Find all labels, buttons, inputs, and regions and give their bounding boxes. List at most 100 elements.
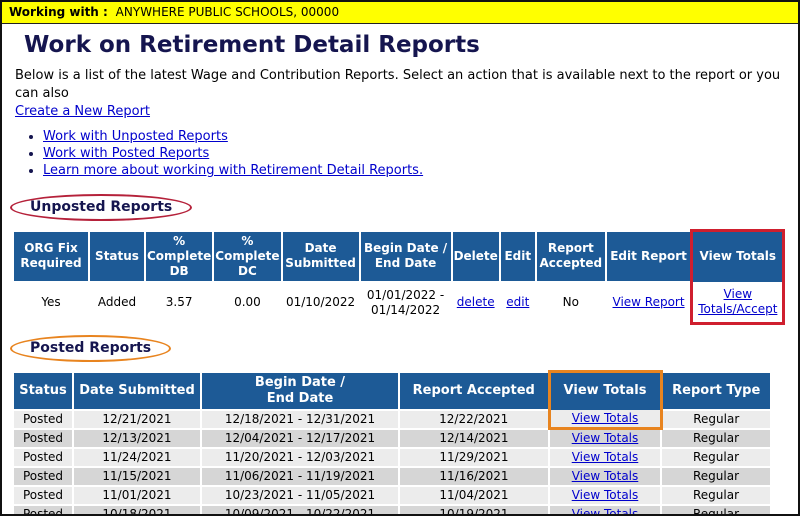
create-new-report-link[interactable]: Create a New Report: [15, 104, 150, 119]
col-header-view-totals: View Totals: [549, 372, 661, 410]
cell-status: Posted: [13, 505, 73, 516]
cell-view-totals: View Totals: [549, 486, 661, 505]
table-row: Posted 11/15/2021 11/06/2021 - 11/19/202…: [13, 467, 771, 486]
cell-begin-end-date: 11/06/2021 - 11/19/2021: [201, 467, 399, 486]
cell-begin-end-date: 01/01/2022 - 01/14/2022: [360, 282, 452, 324]
nav-link-list: Work with Unposted Reports Work with Pos…: [28, 129, 798, 178]
cell-report-accepted: 11/29/2021: [399, 448, 549, 467]
cell-report-type: Regular: [661, 505, 771, 516]
col-header-begin-end-date: Begin Date / End Date: [201, 372, 399, 410]
cell-report-type: Regular: [661, 486, 771, 505]
view-totals-link[interactable]: View Totals: [572, 469, 639, 483]
table-row: Posted 12/21/2021 12/18/2021 - 12/31/202…: [13, 410, 771, 429]
cell-status: Added: [89, 282, 145, 324]
intro-paragraph: Below is a list of the latest Wage and C…: [15, 67, 784, 121]
view-report-link[interactable]: View Report: [613, 295, 685, 309]
cell-report-accepted: 10/19/2021: [399, 505, 549, 516]
organization-name: ANYWHERE PUBLIC SCHOOLS, 00000: [116, 5, 339, 19]
col-header-begin-end-date: Begin Date / End Date: [360, 231, 452, 282]
col-header-view-totals: View Totals: [692, 231, 784, 282]
list-item: Learn more about working with Retirement…: [43, 163, 798, 178]
col-header-pct-complete-dc: % Complete DC: [213, 231, 281, 282]
cell-begin-end-date: 12/18/2021 - 12/31/2021: [201, 410, 399, 429]
cell-date-submitted: 11/01/2021: [73, 486, 201, 505]
cell-status: Posted: [13, 448, 73, 467]
cell-begin-end-date: 11/20/2021 - 12/03/2021: [201, 448, 399, 467]
cell-report-accepted: 12/22/2021: [399, 410, 549, 429]
cell-date-submitted: 11/24/2021: [73, 448, 201, 467]
working-with-label: Working with :: [9, 5, 108, 19]
cell-report-accepted: 12/14/2021: [399, 429, 549, 449]
posted-reports-table: Status Date Submitted Begin Date / End D…: [12, 370, 772, 516]
list-item: Work with Posted Reports: [43, 146, 798, 161]
cell-date-submitted: 10/18/2021: [73, 505, 201, 516]
col-header-status: Status: [13, 372, 73, 410]
table-row: Yes Added 3.57 0.00 01/10/2022 01/01/202…: [13, 282, 784, 324]
nav-link-posted-reports[interactable]: Work with Posted Reports: [43, 146, 209, 161]
view-totals-link[interactable]: View Totals: [572, 488, 639, 502]
view-totals-link[interactable]: View Totals: [572, 431, 639, 445]
cell-view-totals: View Totals: [549, 410, 661, 429]
cell-pct-complete-dc: 0.00: [213, 282, 281, 324]
view-totals-link[interactable]: View Totals: [572, 411, 639, 425]
unposted-reports-section: Unposted Reports: [10, 194, 798, 221]
posted-reports-heading: Posted Reports: [10, 335, 171, 362]
cell-view-totals: View Totals: [549, 448, 661, 467]
col-header-report-type: Report Type: [661, 372, 771, 410]
table-row: Posted 11/24/2021 11/20/2021 - 12/03/202…: [13, 448, 771, 467]
col-header-status: Status: [89, 231, 145, 282]
cell-report-accepted: 11/04/2021: [399, 486, 549, 505]
page: Working with : ANYWHERE PUBLIC SCHOOLS, …: [0, 0, 800, 516]
unposted-reports-table: ORG Fix Required Status % Complete DB % …: [12, 229, 785, 325]
working-with-bar: Working with : ANYWHERE PUBLIC SCHOOLS, …: [2, 2, 798, 24]
cell-view-totals: View Totals/Accept: [692, 282, 784, 324]
col-header-org-fix-required: ORG Fix Required: [13, 231, 89, 282]
view-totals-link[interactable]: View Totals: [572, 507, 639, 516]
cell-edit: edit: [500, 282, 536, 324]
table-row: Posted 12/13/2021 12/04/2021 - 12/17/202…: [13, 429, 771, 449]
cell-report-type: Regular: [661, 448, 771, 467]
unposted-reports-heading: Unposted Reports: [10, 194, 192, 221]
cell-view-totals: View Totals: [549, 505, 661, 516]
cell-status: Posted: [13, 429, 73, 449]
nav-link-learn-more[interactable]: Learn more about working with Retirement…: [43, 163, 423, 178]
view-totals-link[interactable]: View Totals: [572, 450, 639, 464]
col-header-pct-complete-db: % Complete DB: [145, 231, 213, 282]
cell-report-type: Regular: [661, 429, 771, 449]
cell-date-submitted: 12/13/2021: [73, 429, 201, 449]
view-totals-accept-link[interactable]: View Totals/Accept: [698, 287, 777, 316]
page-title: Work on Retirement Detail Reports: [24, 32, 798, 59]
cell-view-totals: View Totals: [549, 429, 661, 449]
cell-report-type: Regular: [661, 410, 771, 429]
cell-pct-complete-db: 3.57: [145, 282, 213, 324]
col-header-report-accepted: Report Accepted: [536, 231, 606, 282]
cell-status: Posted: [13, 467, 73, 486]
cell-delete: delete: [452, 282, 500, 324]
cell-date-submitted: 11/15/2021: [73, 467, 201, 486]
nav-link-unposted-reports[interactable]: Work with Unposted Reports: [43, 129, 228, 144]
edit-link[interactable]: edit: [506, 295, 529, 309]
cell-org-fix-required: Yes: [13, 282, 89, 324]
table-row: Posted 11/01/2021 10/23/2021 - 11/05/202…: [13, 486, 771, 505]
cell-report-type: Regular: [661, 467, 771, 486]
posted-reports-section: Posted Reports: [10, 335, 798, 362]
col-header-date-submitted: Date Submitted: [73, 372, 201, 410]
cell-view-totals: View Totals: [549, 467, 661, 486]
cell-begin-end-date: 12/04/2021 - 12/17/2021: [201, 429, 399, 449]
col-header-delete: Delete: [452, 231, 500, 282]
col-header-date-submitted: Date Submitted: [282, 231, 360, 282]
cell-status: Posted: [13, 486, 73, 505]
cell-report-accepted: 11/16/2021: [399, 467, 549, 486]
cell-begin-end-date: 10/23/2021 - 11/05/2021: [201, 486, 399, 505]
list-item: Work with Unposted Reports: [43, 129, 798, 144]
table-header-row: ORG Fix Required Status % Complete DB % …: [13, 231, 784, 282]
cell-date-submitted: 12/21/2021: [73, 410, 201, 429]
col-header-edit: Edit: [500, 231, 536, 282]
cell-begin-end-date: 10/09/2021 - 10/22/2021: [201, 505, 399, 516]
col-header-report-accepted: Report Accepted: [399, 372, 549, 410]
cell-date-submitted: 01/10/2022: [282, 282, 360, 324]
delete-link[interactable]: delete: [457, 295, 495, 309]
cell-status: Posted: [13, 410, 73, 429]
table-row: Posted 10/18/2021 10/09/2021 - 10/22/202…: [13, 505, 771, 516]
cell-report-accepted: No: [536, 282, 606, 324]
